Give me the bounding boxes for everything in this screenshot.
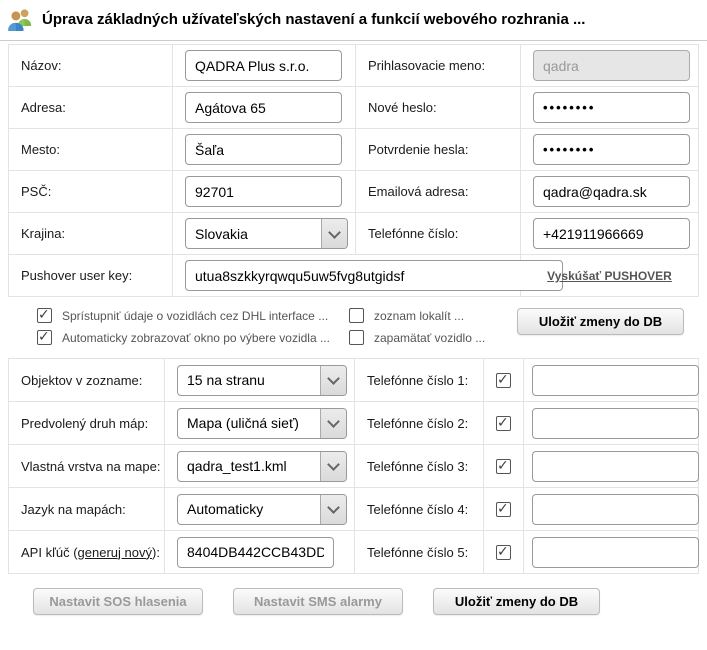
address-input[interactable] bbox=[185, 92, 342, 123]
options-section: Sprístupniť údaje o vozidlách cez DHL in… bbox=[37, 308, 707, 345]
phone5-checkbox[interactable] bbox=[496, 545, 511, 560]
address-label: Adresa: bbox=[9, 87, 173, 129]
save-db-button-top[interactable]: Uložiť zmeny do DB bbox=[517, 308, 684, 335]
option-row: Sprístupniť údaje o vozidlách cez DHL in… bbox=[37, 308, 349, 323]
dhl-interface-checkbox[interactable] bbox=[37, 308, 52, 323]
phone4-label: Telefónne číslo 4: bbox=[355, 488, 484, 531]
phone-label: Telefónne číslo: bbox=[356, 213, 521, 255]
table-row: Vlastná vrstva na mape: qadra_test1.kml … bbox=[9, 445, 699, 488]
objects-per-page-select[interactable]: 15 na stranu bbox=[177, 365, 347, 396]
phone2-input[interactable] bbox=[532, 408, 699, 439]
confirm-password-label: Potvrdenie hesla: bbox=[356, 129, 521, 171]
custom-layer-value: qadra_test1.kml bbox=[178, 458, 320, 474]
country-select[interactable]: Slovakia bbox=[185, 218, 348, 249]
footer-actions: Nastavit SOS hlasenia Nastavit SMS alarm… bbox=[33, 588, 684, 615]
phone3-checkbox[interactable] bbox=[496, 459, 511, 474]
save-db-button-bottom[interactable]: Uložiť zmeny do DB bbox=[433, 588, 600, 615]
country-select-value: Slovakia bbox=[186, 226, 321, 242]
email-label: Emailová adresa: bbox=[356, 171, 521, 213]
table-row: API kľúč (generuj nový): Telefónne číslo… bbox=[9, 531, 699, 574]
phone2-label: Telefónne číslo 2: bbox=[355, 402, 484, 445]
map-type-label: Predvolený druh máp: bbox=[9, 402, 165, 445]
phone-input[interactable] bbox=[533, 218, 690, 249]
option-row: Automaticky zobrazovať okno po výbere vo… bbox=[37, 330, 349, 345]
city-input[interactable] bbox=[185, 134, 342, 165]
page-header: Úprava základných užívateľských nastaven… bbox=[0, 0, 707, 41]
table-row: Názov: Prihlasovacie meno: bbox=[9, 45, 699, 87]
phone2-checkbox[interactable] bbox=[496, 416, 511, 431]
objects-per-page-value: 15 na stranu bbox=[178, 372, 320, 388]
users-icon bbox=[7, 7, 33, 32]
objects-per-page-label: Objektov v zozname: bbox=[9, 359, 165, 402]
option-row: zoznam lokalít ... bbox=[349, 308, 517, 323]
locations-list-label: zoznam lokalít ... bbox=[374, 309, 464, 323]
table-row: Krajina: Slovakia Telefónne číslo: bbox=[9, 213, 699, 255]
table-row: PSČ: Emailová adresa: bbox=[9, 171, 699, 213]
pushover-test-link[interactable]: Vyskúšať PUSHOVER bbox=[547, 269, 672, 283]
zip-label: PSČ: bbox=[9, 171, 173, 213]
map-language-label: Jazyk na mapách: bbox=[9, 488, 165, 531]
map-type-value: Mapa (uličná sieť) bbox=[178, 415, 320, 431]
email-input[interactable] bbox=[533, 176, 690, 207]
phone5-label: Telefónne číslo 5: bbox=[355, 531, 484, 574]
phone5-input[interactable] bbox=[532, 537, 699, 568]
phone4-input[interactable] bbox=[532, 494, 699, 525]
zip-input[interactable] bbox=[185, 176, 342, 207]
locations-list-checkbox[interactable] bbox=[349, 308, 364, 323]
country-label: Krajina: bbox=[9, 213, 173, 255]
phone1-checkbox[interactable] bbox=[496, 373, 511, 388]
table-row: Predvolený druh máp: Mapa (uličná sieť) … bbox=[9, 402, 699, 445]
phone3-label: Telefónne číslo 3: bbox=[355, 445, 484, 488]
login-name-input bbox=[533, 50, 690, 81]
company-name-input[interactable] bbox=[185, 50, 342, 81]
table-row: Jazyk na mapách: Automaticky Telefónne č… bbox=[9, 488, 699, 531]
phone4-checkbox[interactable] bbox=[496, 502, 511, 517]
custom-layer-label: Vlastná vrstva na mape: bbox=[9, 445, 165, 488]
city-label: Mesto: bbox=[9, 129, 173, 171]
profile-form-table: Názov: Prihlasovacie meno: Adresa: Nové … bbox=[8, 44, 699, 297]
table-row: Objektov v zozname: 15 na stranu Telefón… bbox=[9, 359, 699, 402]
table-row: Pushover user key: Vyskúšať PUSHOVER bbox=[9, 255, 699, 297]
option-row: zapamätať vozidlo ... bbox=[349, 330, 517, 345]
login-label: Prihlasovacie meno: bbox=[356, 45, 521, 87]
sms-alarms-button[interactable]: Nastavit SMS alarmy bbox=[233, 588, 403, 615]
pushover-key-label: Pushover user key: bbox=[9, 255, 173, 297]
new-password-input[interactable] bbox=[533, 92, 690, 123]
confirm-password-input[interactable] bbox=[533, 134, 690, 165]
table-row: Mesto: Potvrdenie hesla: bbox=[9, 129, 699, 171]
sos-settings-button[interactable]: Nastavit SOS hlasenia bbox=[33, 588, 203, 615]
dhl-interface-label: Sprístupniť údaje o vozidlách cez DHL in… bbox=[62, 309, 328, 323]
remember-vehicle-checkbox[interactable] bbox=[349, 330, 364, 345]
new-password-label: Nové heslo: bbox=[356, 87, 521, 129]
generate-new-key-link[interactable]: generuj nový bbox=[78, 545, 152, 560]
map-type-select[interactable]: Mapa (uličná sieť) bbox=[177, 408, 347, 439]
phone1-label: Telefónne číslo 1: bbox=[355, 359, 484, 402]
phone1-input[interactable] bbox=[532, 365, 699, 396]
api-key-label: API kľúč (generuj nový): bbox=[9, 531, 165, 574]
remember-vehicle-label: zapamätať vozidlo ... bbox=[374, 331, 485, 345]
chevron-down-icon bbox=[321, 219, 347, 248]
map-language-select[interactable]: Automaticky bbox=[177, 494, 347, 525]
table-row: Adresa: Nové heslo: bbox=[9, 87, 699, 129]
chevron-down-icon bbox=[320, 366, 346, 395]
chevron-down-icon bbox=[320, 452, 346, 481]
auto-window-checkbox[interactable] bbox=[37, 330, 52, 345]
page-title: Úprava základných užívateľských nastaven… bbox=[42, 11, 585, 28]
phone3-input[interactable] bbox=[532, 451, 699, 482]
settings-form-table: Objektov v zozname: 15 na stranu Telefón… bbox=[8, 358, 699, 574]
api-key-input[interactable] bbox=[177, 537, 334, 568]
chevron-down-icon bbox=[320, 495, 346, 524]
chevron-down-icon bbox=[320, 409, 346, 438]
name-label: Názov: bbox=[9, 45, 173, 87]
map-language-value: Automaticky bbox=[178, 501, 320, 517]
auto-window-label: Automaticky zobrazovať okno po výbere vo… bbox=[62, 331, 330, 345]
custom-layer-select[interactable]: qadra_test1.kml bbox=[177, 451, 347, 482]
pushover-key-input[interactable] bbox=[185, 260, 563, 291]
